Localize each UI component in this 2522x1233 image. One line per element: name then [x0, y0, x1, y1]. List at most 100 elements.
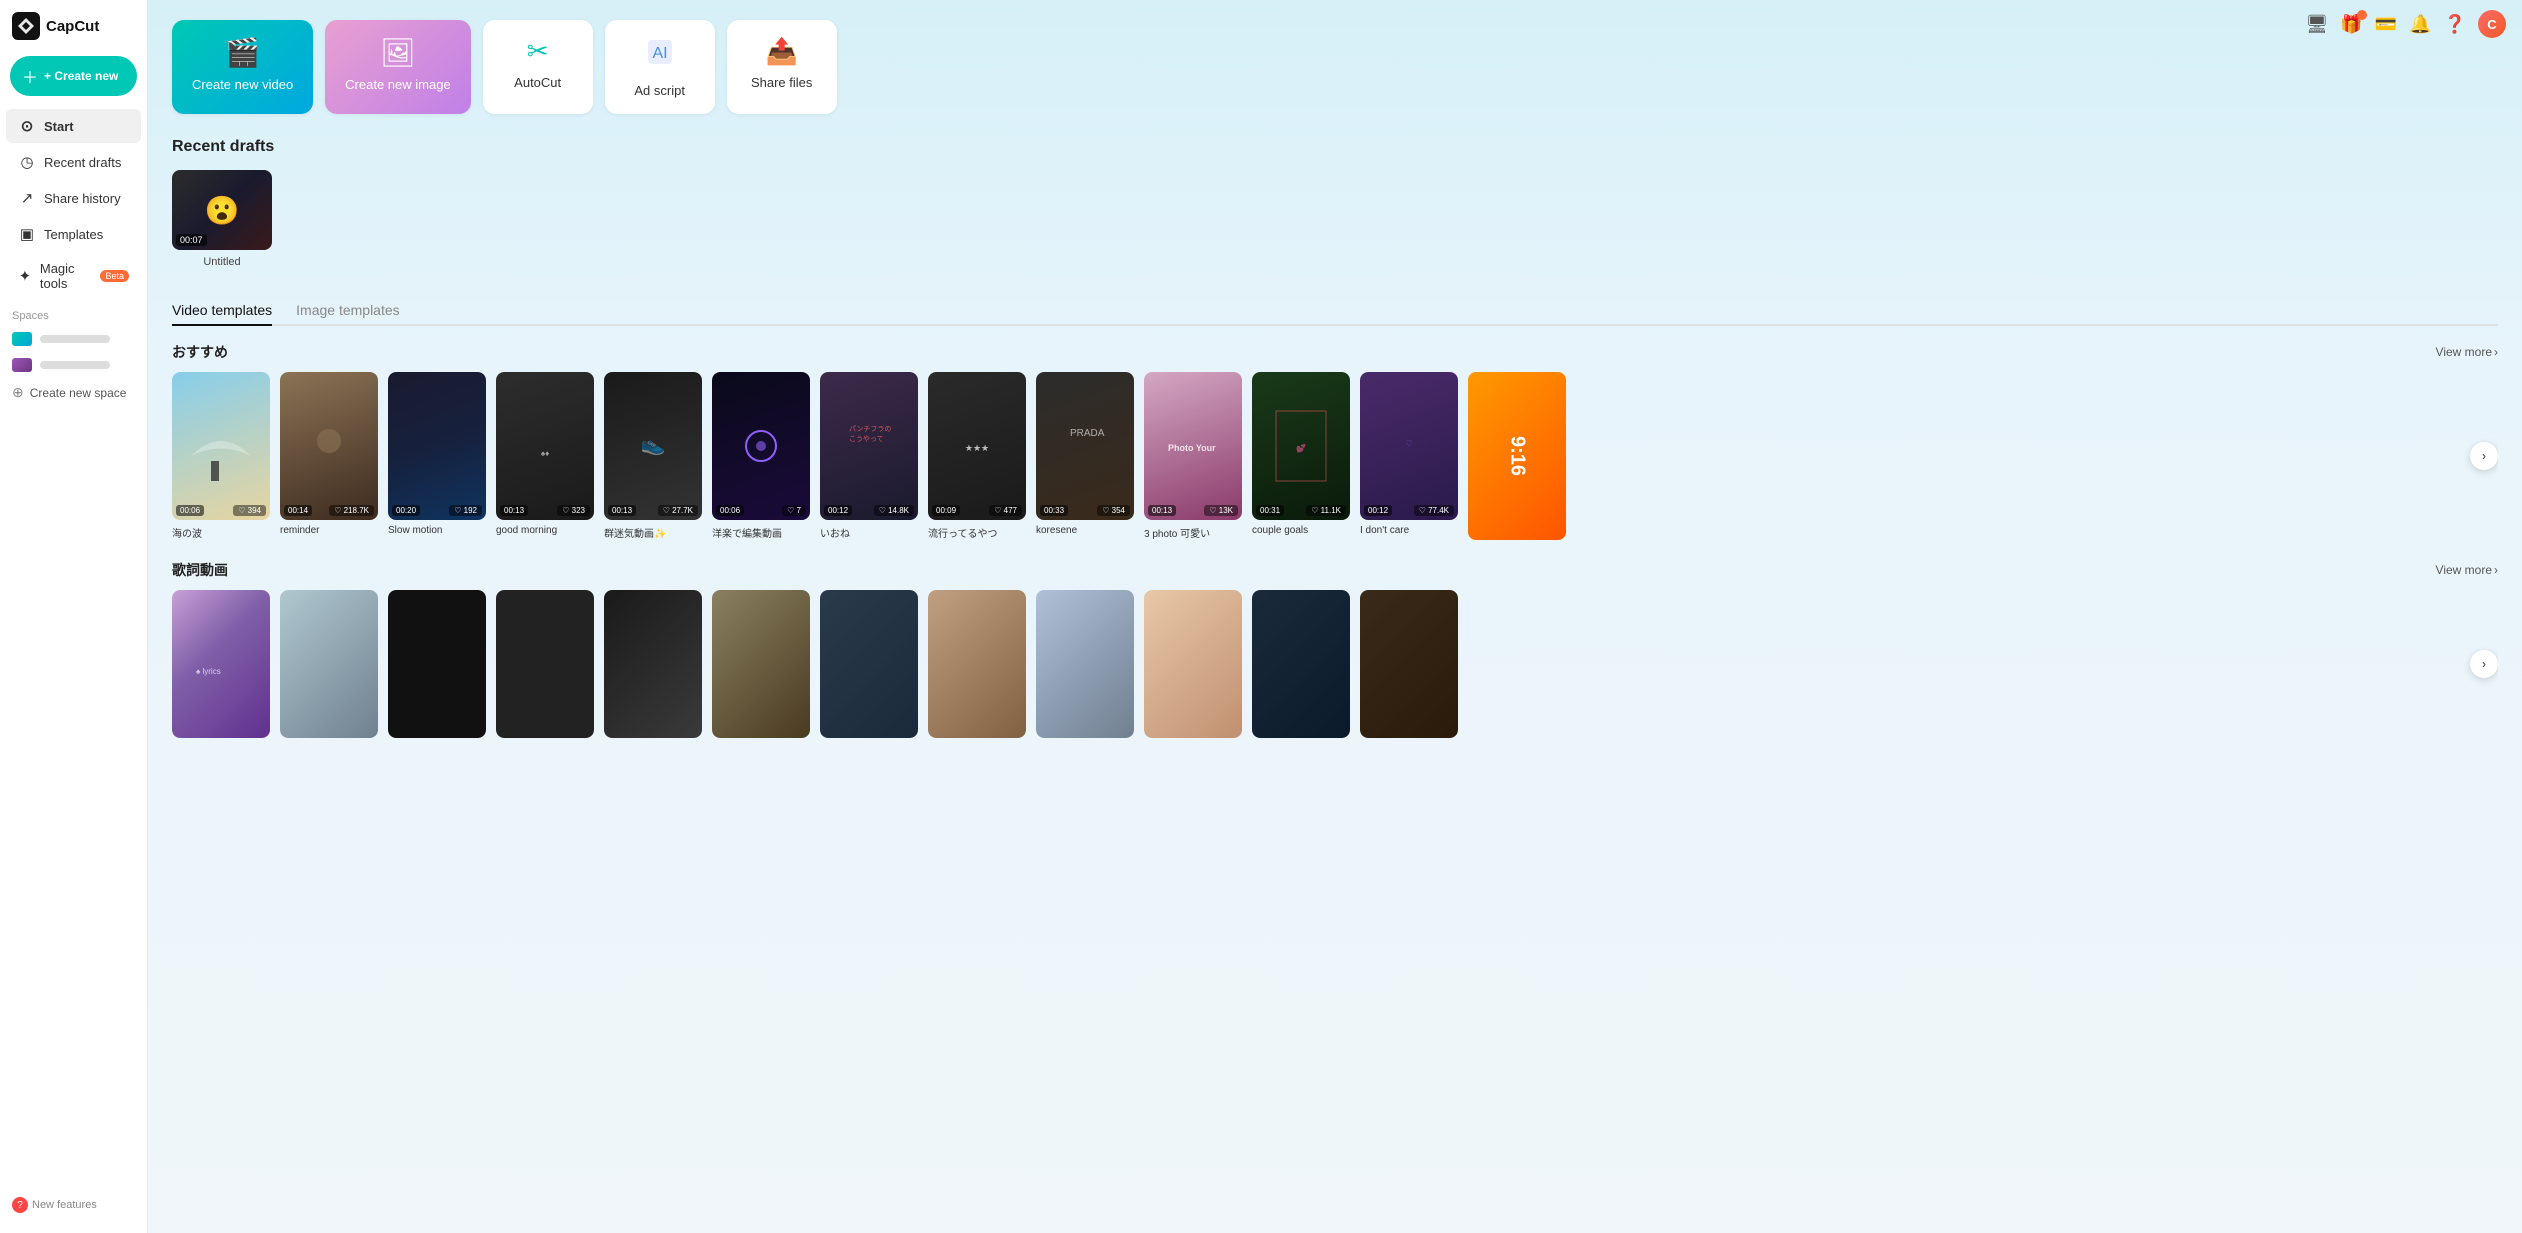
template-card-t3[interactable]: 00:20 ♡ 192 Slow motion [388, 372, 486, 540]
lyric-title: 歌詞動画 [172, 560, 228, 580]
tab-image-templates[interactable]: Image templates [296, 296, 400, 326]
ad-script-card[interactable]: AI Ad script [605, 20, 715, 114]
lyric-thumb-l11 [1252, 590, 1350, 738]
svg-text:👟: 👟 [641, 434, 666, 456]
lyric-card-l8[interactable] [928, 590, 1026, 738]
lyric-view-more[interactable]: View more › [2436, 563, 2498, 577]
ad-script-label: Ad script [634, 83, 685, 98]
template-card-t11[interactable]: 💕 00:31 ♡ 11.1K couple goals [1252, 372, 1350, 540]
t1-stat: ♡ 394 [233, 505, 266, 516]
svg-text:こうやって: こうやって [849, 435, 884, 443]
autocut-card[interactable]: ✂ AutoCut [483, 20, 593, 114]
sidebar-item-start[interactable]: ⊙ Start [6, 109, 141, 143]
gift-badge [2357, 10, 2367, 20]
template-thumb-t8: ★★★ 00:09 ♡ 477 [928, 372, 1026, 520]
lyric-thumb-l12 [1360, 590, 1458, 738]
create-video-card[interactable]: 🎬 Create new video [172, 20, 313, 114]
recent-drafts-row: 😮 00:07 Untitled [172, 170, 2498, 268]
sidebar-item-templates[interactable]: ▣ Templates [6, 217, 141, 251]
template-card-t5[interactable]: 👟 00:13 ♡ 27.7K 群迷気動画✨ [604, 372, 702, 540]
template-thumb-t10: Photo Your 00:13 ♡ 13K [1144, 372, 1242, 520]
lyric-card-l12[interactable] [1360, 590, 1458, 738]
lyric-card-l2[interactable] [280, 590, 378, 738]
draft-card-1[interactable]: 😮 00:07 Untitled [172, 170, 272, 268]
lyric-card-l11[interactable] [1252, 590, 1350, 738]
template-thumb-t7: パンチフラのこうやって 00:12 ♡ 14.8K [820, 372, 918, 520]
share-files-card[interactable]: 📤 Share files [727, 20, 837, 114]
template-card-t6[interactable]: 00:06 ♡ 7 洋楽で編集動画 [712, 372, 810, 540]
template-thumb-t3: 00:20 ♡ 192 [388, 372, 486, 520]
template-thumb-t11: 💕 00:31 ♡ 11.1K [1252, 372, 1350, 520]
create-video-label: Create new video [192, 77, 293, 92]
space-item-2[interactable] [0, 352, 147, 378]
template-card-t9[interactable]: PRADA 00:33 ♡ 354 koresene [1036, 372, 1134, 540]
topbar: 🖥 🎁 💳 🔔 ❓ C [2305, 10, 2506, 38]
ad-script-icon: AI [644, 36, 676, 75]
main-content: 🖥 🎁 💳 🔔 ❓ C 🎬 Create new video 🖼 Create … [148, 0, 2522, 1233]
lyric-thumb-l6 [712, 590, 810, 738]
new-features-badge: ? [12, 1197, 28, 1213]
svg-text:Photo Your: Photo Your [1168, 443, 1216, 453]
space-item-1[interactable] [0, 326, 147, 352]
capcut-logo-icon [12, 12, 40, 40]
svg-text:AI: AI [652, 45, 667, 62]
template-thumb-t2: 00:14 ♡ 218.7K [280, 372, 378, 520]
avatar[interactable]: C [2478, 10, 2506, 38]
templates-icon: ▣ [18, 225, 36, 243]
plus-circle-icon: ⊕ [12, 384, 24, 401]
svg-text:💕: 💕 [1296, 443, 1306, 453]
new-features-row[interactable]: ? New features [0, 1189, 147, 1221]
osusume-view-more[interactable]: View more › [2436, 345, 2498, 359]
svg-text:PRADA: PRADA [1070, 428, 1105, 439]
space-color-teal [12, 332, 32, 346]
template-card-t8[interactable]: ★★★ 00:09 ♡ 477 流行ってるやつ [928, 372, 1026, 540]
gift-icon[interactable]: 🎁 [2340, 14, 2362, 35]
sidebar-item-magic-tools[interactable]: ✦ Magic tools Beta [6, 253, 141, 299]
lyric-card-l10[interactable] [1144, 590, 1242, 738]
sidebar-item-share-history[interactable]: ↗ Share history [6, 181, 141, 215]
osusume-header: おすすめ View more › [172, 342, 2498, 362]
template-thumb-t6: 00:06 ♡ 7 [712, 372, 810, 520]
template-card-t10[interactable]: Photo Your 00:13 ♡ 13K 3 photo 可愛い [1144, 372, 1242, 540]
lyric-thumb-l9 [1036, 590, 1134, 738]
monitor-icon[interactable]: 🖥 [2305, 14, 2328, 35]
sidebar-item-recent-drafts[interactable]: ◷ Recent drafts [6, 145, 141, 179]
autocut-label: AutoCut [514, 75, 561, 90]
lyric-card-l7[interactable] [820, 590, 918, 738]
image-icon: 🖼 [380, 36, 416, 69]
template-card-t1[interactable]: 00:06 ♡ 394 海の波 [172, 372, 270, 540]
bell-icon[interactable]: 🔔 [2409, 14, 2431, 35]
lyric-card-l3[interactable] [388, 590, 486, 738]
lyric-scroll-right[interactable]: › [2470, 650, 2498, 678]
t13-label: 9:16 [1506, 436, 1529, 476]
share-history-icon: ↗ [18, 189, 36, 207]
template-card-t7[interactable]: パンチフラのこうやって 00:12 ♡ 14.8K いおね [820, 372, 918, 540]
help-icon[interactable]: ❓ [2444, 14, 2466, 35]
template-thumb-t9: PRADA 00:33 ♡ 354 [1036, 372, 1134, 520]
svg-text:パンチフラの: パンチフラの [849, 425, 891, 433]
lyric-thumb-l1: ♠ lyrics [172, 590, 270, 738]
share-files-icon: 📤 [765, 36, 797, 67]
lyric-thumb-l3 [388, 590, 486, 738]
create-new-space[interactable]: ⊕ Create new space [0, 378, 147, 407]
beta-badge: Beta [100, 270, 129, 282]
card-icon[interactable]: 💳 [2375, 14, 2397, 35]
create-new-button[interactable]: ＋ + Create new [10, 56, 137, 96]
template-card-t4[interactable]: ♠♦ 00:13 ♡ 323 good morning [496, 372, 594, 540]
lyric-card-l9[interactable] [1036, 590, 1134, 738]
svg-text:♠ lyrics: ♠ lyrics [196, 667, 221, 676]
tab-video-templates[interactable]: Video templates [172, 296, 272, 326]
share-files-label: Share files [751, 75, 812, 90]
template-card-t12[interactable]: ♡ 00:12 ♡ 77.4K I don't care [1360, 372, 1458, 540]
lyric-card-l1[interactable]: ♠ lyrics [172, 590, 270, 738]
create-image-card[interactable]: 🖼 Create new image [325, 20, 471, 114]
lyric-card-l6[interactable] [712, 590, 810, 738]
lyric-card-l5[interactable] [604, 590, 702, 738]
template-card-t13[interactable]: 9:16 [1468, 372, 1566, 540]
quick-actions-row: 🎬 Create new video 🖼 Create new image ✂ … [172, 20, 2498, 114]
lyric-card-l4[interactable] [496, 590, 594, 738]
logo-area: CapCut [0, 12, 147, 56]
lyric-thumb-l2 [280, 590, 378, 738]
template-card-t2[interactable]: 00:14 ♡ 218.7K reminder [280, 372, 378, 540]
osusume-scroll-right[interactable]: › [2470, 442, 2498, 470]
